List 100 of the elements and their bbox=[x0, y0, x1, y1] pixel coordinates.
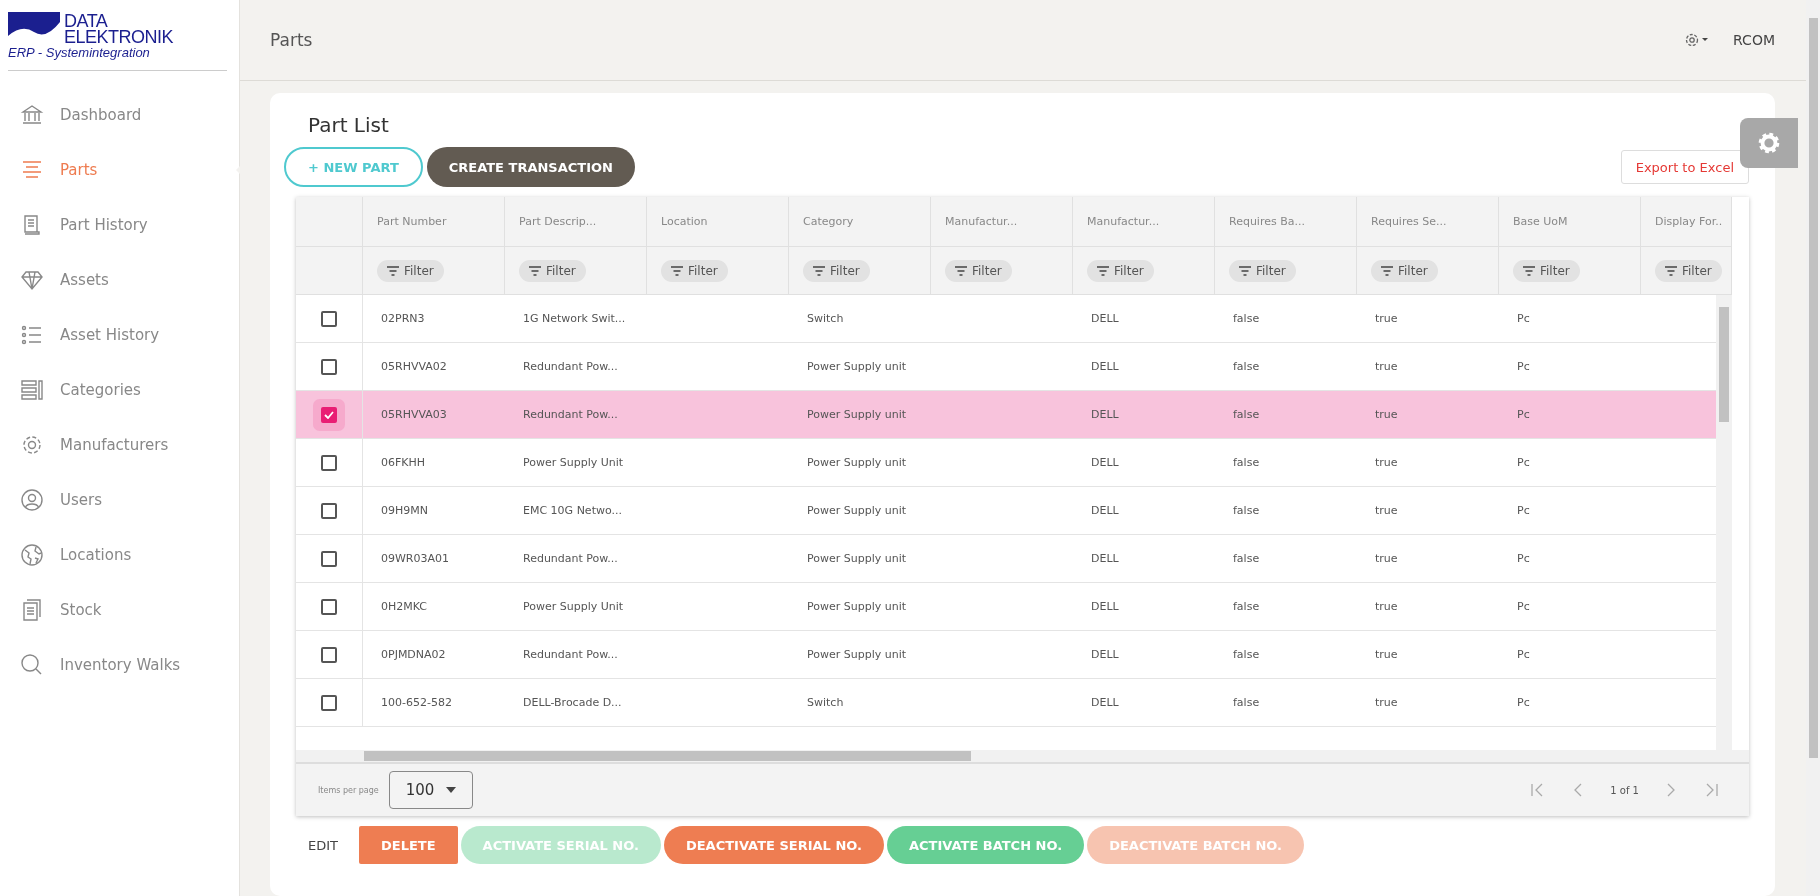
column-header[interactable]: Display For.. bbox=[1655, 215, 1723, 228]
export-button[interactable]: Export to Excel bbox=[1620, 150, 1749, 184]
table-cell: true bbox=[1375, 408, 1398, 421]
column-header[interactable]: Manufactur... bbox=[1087, 215, 1160, 228]
filter-chip[interactable]: Filter bbox=[945, 259, 1012, 282]
globe-icon bbox=[20, 542, 44, 567]
sidebar-item[interactable]: Users bbox=[8, 472, 227, 527]
caret-icon bbox=[445, 787, 456, 793]
row-checkbox[interactable] bbox=[321, 694, 337, 711]
table-cell: Power Supply unit bbox=[807, 552, 907, 565]
table-row[interactable]: 09H9MN EMC 10G Netwo... Power Supply unit DELL false true Pc bbox=[296, 487, 1716, 535]
table-cell: 1G Network Swit... bbox=[523, 312, 626, 325]
table-row[interactable]: 05RHVVA03 Redundant Pow... Power Supply unit DELL false true Pc bbox=[296, 391, 1716, 439]
table-cell: false bbox=[1233, 456, 1260, 469]
table-cell: 100-652-582 bbox=[381, 696, 452, 709]
filter-chip[interactable]: Filter bbox=[661, 259, 728, 282]
column-header[interactable]: Requires Se... bbox=[1371, 215, 1447, 228]
row-checkbox[interactable] bbox=[321, 406, 337, 423]
column-header[interactable]: Category bbox=[803, 215, 854, 228]
filter-chip[interactable]: Filter bbox=[1513, 259, 1580, 282]
table-cell: DELL bbox=[1091, 552, 1119, 565]
user-name[interactable]: RCOM bbox=[1733, 32, 1775, 48]
table-cell: true bbox=[1375, 312, 1398, 325]
table-row[interactable]: 09WR03A01 Redundant Pow... Power Supply unit DELL false true Pc bbox=[296, 535, 1716, 583]
table-cell: Switch bbox=[807, 696, 844, 709]
table-cell: Pc bbox=[1517, 696, 1530, 709]
filter-chip[interactable]: Filter bbox=[1229, 259, 1296, 282]
filter-icon bbox=[529, 265, 541, 276]
table-cell: DELL bbox=[1091, 360, 1119, 373]
table-cell: 09H9MN bbox=[381, 504, 428, 517]
scrollbar[interactable] bbox=[296, 750, 1749, 764]
sidebar-item[interactable]: Manufacturers bbox=[8, 417, 227, 472]
scrollbar[interactable] bbox=[1716, 295, 1732, 750]
filter-chip[interactable]: Filter bbox=[377, 259, 444, 282]
sidebar-item[interactable]: Part History bbox=[8, 197, 227, 252]
edit-button[interactable]: EDIT bbox=[308, 837, 356, 853]
sidebar-item[interactable]: Stock bbox=[8, 582, 227, 637]
new-part-button[interactable]: + NEW PART bbox=[284, 147, 423, 187]
row-checkbox[interactable] bbox=[321, 550, 337, 567]
table-cell: Power Supply unit bbox=[807, 648, 907, 661]
table-cell: true bbox=[1375, 504, 1398, 517]
table-cell: false bbox=[1233, 552, 1260, 565]
table-cell: Redundant Pow... bbox=[523, 408, 618, 421]
logo-text: DATA bbox=[64, 13, 108, 29]
create-transaction-button[interactable]: CREATE TRANSACTION bbox=[426, 147, 635, 187]
column-header[interactable]: Requires Ba... bbox=[1229, 215, 1305, 228]
sidebar-item[interactable]: Assets bbox=[8, 252, 227, 307]
gear-icon bbox=[1756, 130, 1782, 156]
sidebar-item[interactable]: Asset History bbox=[8, 307, 227, 362]
table-cell: Pc bbox=[1517, 552, 1530, 565]
row-checkbox[interactable] bbox=[321, 358, 337, 375]
sidebar-item[interactable]: Dashboard bbox=[8, 87, 227, 142]
sidebar-item[interactable]: Inventory Walks bbox=[8, 637, 227, 692]
row-checkbox[interactable] bbox=[321, 454, 337, 471]
filter-icon bbox=[387, 265, 399, 276]
filter-chip[interactable]: Filter bbox=[1087, 259, 1154, 282]
table-cell: DELL bbox=[1091, 408, 1119, 421]
table-cell: 09WR03A01 bbox=[381, 552, 450, 565]
settings-icon[interactable] bbox=[1685, 33, 1710, 47]
column-header[interactable]: Part Descrip... bbox=[519, 215, 597, 228]
row-checkbox[interactable] bbox=[321, 598, 337, 615]
table-row[interactable]: 06FKHH Power Supply Unit Power Supply unit DELL false true Pc bbox=[296, 439, 1716, 487]
row-checkbox[interactable] bbox=[321, 310, 337, 327]
items-per-page-label: Items per page bbox=[318, 785, 379, 795]
table-cell: DELL bbox=[1091, 456, 1119, 469]
logo-text: ELEKTRONIK bbox=[64, 29, 174, 45]
table-row[interactable]: 0PJMDNA02 Redundant Pow... Power Supply unit DELL false true Pc bbox=[296, 631, 1716, 679]
action-button[interactable]: ACTIVATE BATCH NO. bbox=[887, 826, 1085, 864]
table-cell: Pc bbox=[1517, 600, 1530, 613]
table-cell: Power Supply Unit bbox=[523, 456, 624, 469]
row-checkbox[interactable] bbox=[321, 646, 337, 663]
action-button[interactable]: DELETE bbox=[359, 826, 458, 864]
filter-chip[interactable]: Filter bbox=[1655, 259, 1722, 282]
row-checkbox[interactable] bbox=[321, 502, 337, 519]
column-header[interactable]: Part Number bbox=[377, 215, 447, 228]
filter-chip[interactable]: Filter bbox=[803, 259, 870, 282]
table-cell: true bbox=[1375, 360, 1398, 373]
table-row[interactable]: 05RHVVA02 Redundant Pow... Power Supply unit DELL false true Pc bbox=[296, 343, 1716, 391]
check-icon bbox=[324, 410, 334, 419]
filter-chip[interactable]: Filter bbox=[519, 259, 586, 282]
table-row[interactable]: 100-652-582 DELL-Brocade D... Switch DELL false true Pc bbox=[296, 679, 1716, 727]
documents-icon bbox=[20, 597, 44, 622]
table-row[interactable]: 02PRN3 1G Network Swit... Switch DELL false true Pc bbox=[296, 295, 1716, 343]
filter-icon bbox=[1239, 265, 1251, 276]
table-cell: DELL-Brocade D... bbox=[523, 696, 622, 709]
column-header[interactable]: Location bbox=[661, 215, 708, 228]
filter-chip[interactable]: Filter bbox=[1371, 259, 1438, 282]
items-per-page-select[interactable]: 100 bbox=[388, 771, 473, 809]
table-cell: Pc bbox=[1517, 408, 1530, 421]
table-cell: DELL bbox=[1091, 696, 1119, 709]
table-row[interactable]: 0H2MKC Power Supply Unit Power Supply unit DELL false true Pc bbox=[296, 583, 1716, 631]
column-header[interactable]: Base UoM bbox=[1513, 215, 1568, 228]
filter-icon bbox=[955, 265, 967, 276]
sidebar-item[interactable]: Locations bbox=[8, 527, 227, 582]
table-cell: false bbox=[1233, 600, 1260, 613]
sidebar-item[interactable]: Parts bbox=[8, 142, 227, 197]
column-header[interactable]: Manufactur... bbox=[945, 215, 1018, 228]
sidebar-item[interactable]: Categories bbox=[8, 362, 227, 417]
user-icon bbox=[20, 487, 44, 512]
action-button[interactable]: DEACTIVATE SERIAL NO. bbox=[663, 826, 884, 864]
